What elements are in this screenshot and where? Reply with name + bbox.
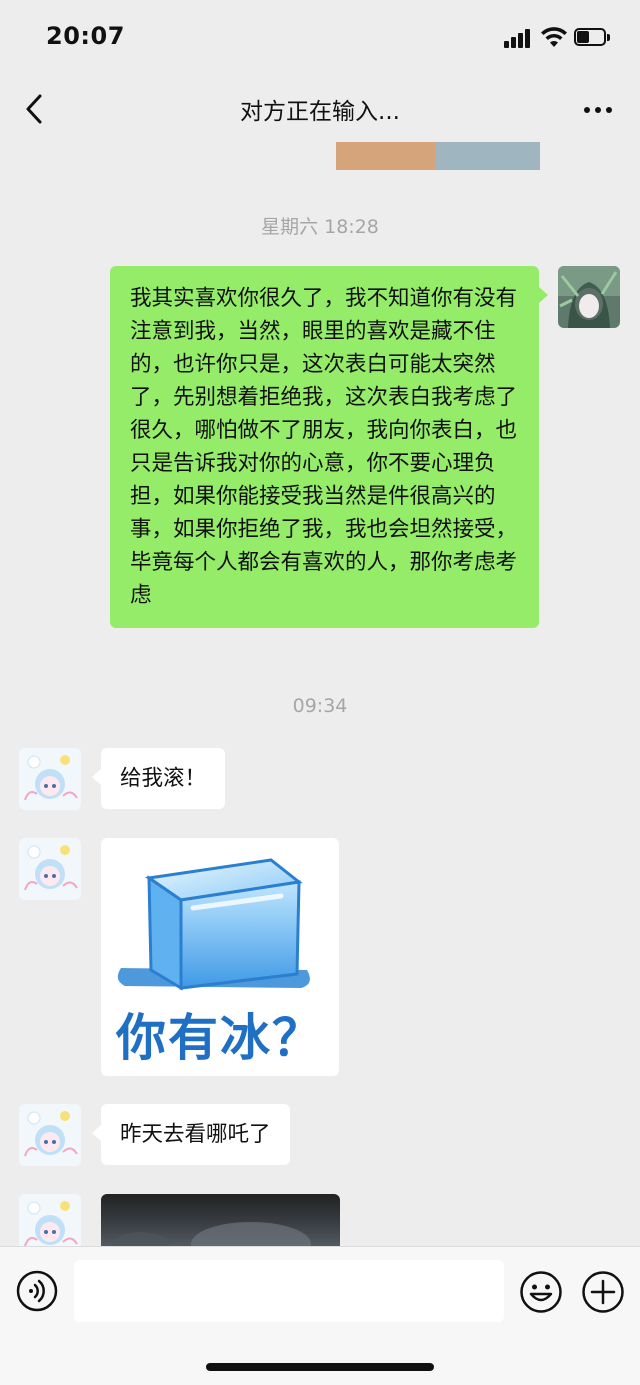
home-indicator [206,1363,434,1371]
signal-icon [504,28,534,48]
timestamp: 星期六 18:28 [261,216,379,238]
sticker-message[interactable]: 你有冰？ [101,838,339,1076]
contact-avatar[interactable] [19,838,81,900]
video-message[interactable] [101,1194,340,1246]
more-icon[interactable] [578,94,618,124]
battery-icon [574,28,612,48]
chat-title: 对方正在输入... [240,99,400,125]
contact-avatar[interactable] [19,1194,81,1246]
contact-avatar[interactable] [19,748,81,810]
chat-area[interactable]: 星期六 18:28 我其实喜欢你很久了，我不知道你有没有注意到我，当然，眼里的喜… [0,142,640,1246]
status-time: 20:07 [46,22,125,50]
status-bar: 20:07 [0,0,640,76]
emoji-icon[interactable] [519,1270,563,1314]
photo-message[interactable] [336,142,540,170]
contact-avatar[interactable] [19,1104,81,1166]
input-bar [0,1246,640,1385]
contact-message-bubble[interactable]: 昨天去看哪吒了 [101,1104,290,1165]
my-message-bubble[interactable]: 我其实喜欢你很久了，我不知道你有没有注意到我，当然，眼里的喜欢是藏不住的，也许你… [110,266,539,628]
timestamp: 09:34 [292,695,348,717]
contact-message-bubble[interactable]: 给我滚！ [101,748,226,809]
plus-icon[interactable] [581,1270,625,1314]
my-avatar[interactable] [558,266,620,328]
sticker-caption: 你有冰？ [116,1009,324,1067]
nav-bar: 对方正在输入... [0,76,640,142]
message-input[interactable] [74,1260,504,1322]
voice-icon[interactable] [16,1270,58,1312]
wifi-icon [541,27,567,47]
